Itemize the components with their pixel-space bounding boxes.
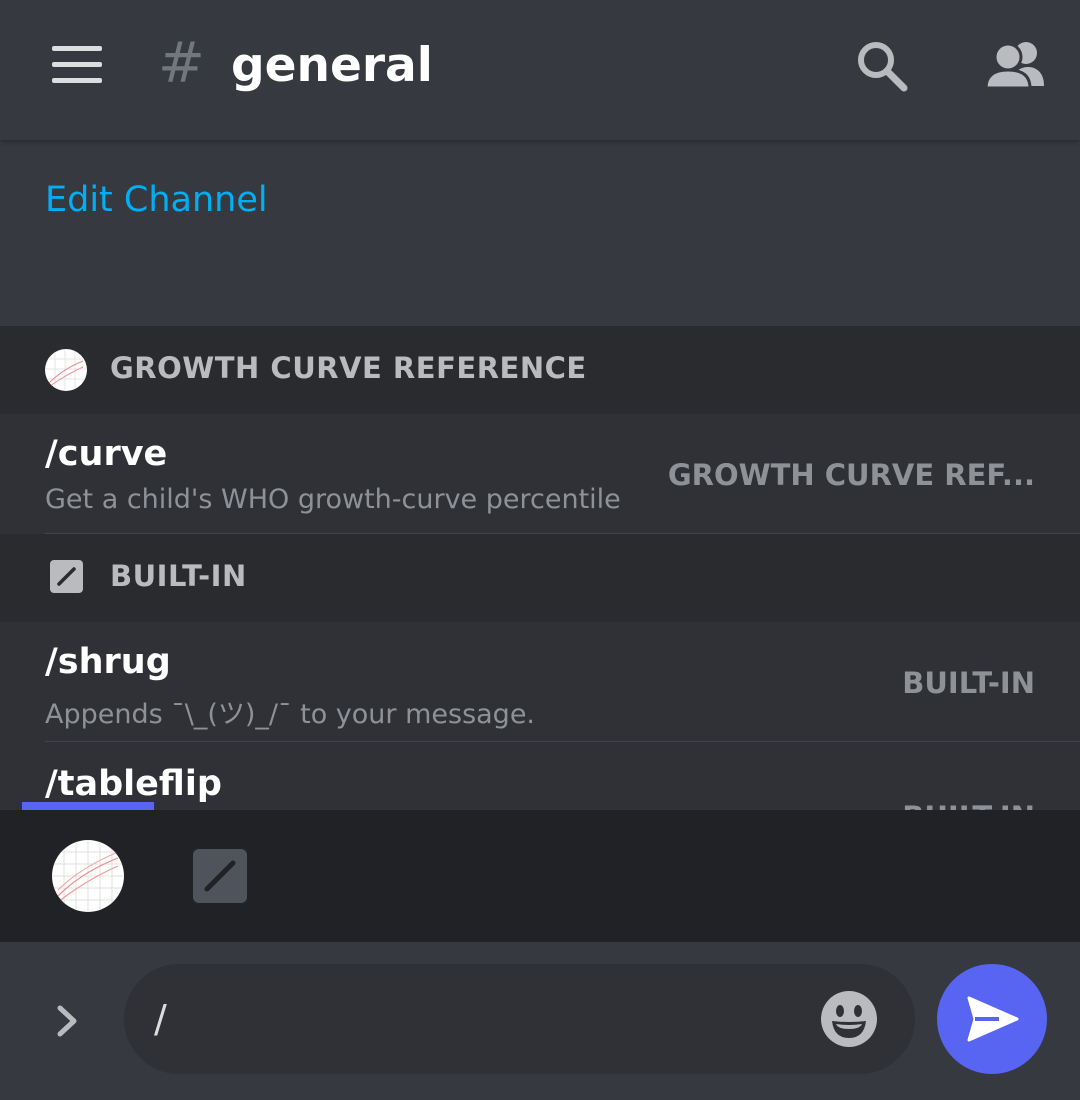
app-shortcut-bar xyxy=(0,802,1080,942)
command-source: GROWTH CURVE REF... xyxy=(667,458,1035,492)
command-source: BUILT-IN xyxy=(902,800,1035,810)
channel-title: general xyxy=(231,38,433,93)
channel-header: # general xyxy=(0,0,1080,140)
row-divider xyxy=(45,741,1080,742)
command-description: Get a child's WHO growth-curve percentil… xyxy=(45,484,621,515)
chevron-right-icon[interactable] xyxy=(48,996,88,1046)
slash-command-icon xyxy=(50,560,83,593)
section-header-built-in: BUILT-IN xyxy=(0,534,1080,622)
hamburger-menu-icon[interactable] xyxy=(52,44,104,84)
command-row-curve[interactable]: /curve Get a child's WHO growth-curve pe… xyxy=(0,414,1080,534)
growth-chart-app-icon[interactable] xyxy=(52,840,124,912)
growth-chart-app-icon xyxy=(45,349,87,391)
command-source: BUILT-IN xyxy=(902,666,1035,700)
channel-intro: Edit Channel xyxy=(0,140,1080,326)
search-icon[interactable] xyxy=(852,36,912,96)
emoji-icon[interactable] xyxy=(820,990,878,1048)
section-header-growth-curve: GROWTH CURVE REFERENCE xyxy=(0,326,1080,414)
send-button[interactable] xyxy=(937,964,1047,1074)
message-input-container xyxy=(124,964,915,1074)
section-label: GROWTH CURVE REFERENCE xyxy=(110,351,587,385)
section-label: BUILT-IN xyxy=(110,559,247,593)
selected-app-indicator xyxy=(22,802,154,810)
command-name: /shrug xyxy=(45,642,171,682)
command-name: /curve xyxy=(45,434,168,474)
command-row-shrug[interactable]: /shrug Appends ¯\_(ツ)_/¯ to your message… xyxy=(0,622,1080,742)
message-composer xyxy=(0,942,1080,1100)
channel-hash-icon: # xyxy=(158,31,205,96)
command-row-tableflip[interactable]: /tableflip BUILT-IN xyxy=(0,744,1080,810)
command-description: Appends ¯\_(ツ)_/¯ to your message. xyxy=(45,699,536,730)
command-autocomplete-panel: GROWTH CURVE REFERENCE /curve Get a chil… xyxy=(0,326,1080,810)
slash-command-icon[interactable] xyxy=(193,849,247,903)
message-input[interactable] xyxy=(154,986,794,1052)
command-name: /tableflip xyxy=(45,764,222,804)
send-icon xyxy=(967,996,1019,1042)
edit-channel-link[interactable]: Edit Channel xyxy=(45,180,268,220)
members-icon[interactable] xyxy=(982,36,1046,96)
